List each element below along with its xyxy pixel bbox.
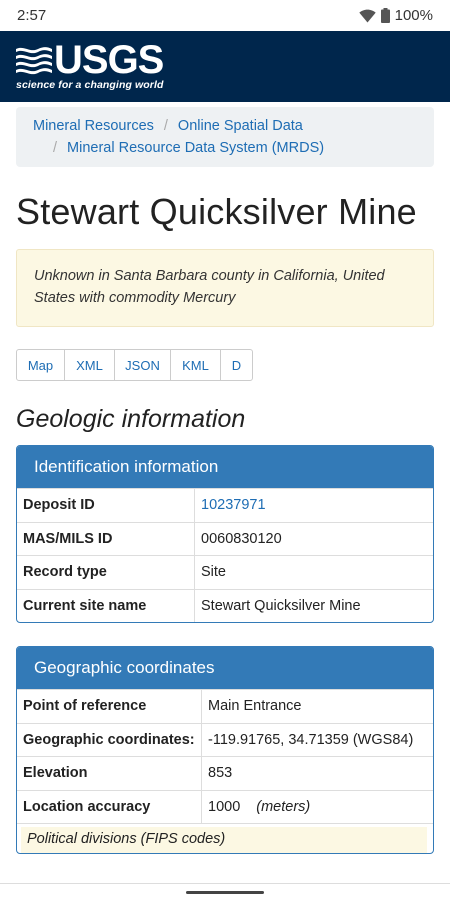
table-row: Geographic coordinates: -119.91765, 34.7… xyxy=(17,722,433,756)
current-site-name-value: Stewart Quicksilver Mine xyxy=(201,597,361,614)
table-row: Deposit ID 10237971 xyxy=(17,488,433,522)
logo-tagline: science for a changing world xyxy=(16,79,164,91)
breadcrumb-mrds[interactable]: Mineral Resource Data System (MRDS) xyxy=(67,137,324,159)
d-button[interactable]: D xyxy=(220,349,253,381)
geologic-information-heading: Geologic information xyxy=(16,405,246,433)
kml-button[interactable]: KML xyxy=(170,349,221,381)
home-gesture-pill[interactable] xyxy=(186,891,264,894)
breadcrumb-online-spatial-data[interactable]: Online Spatial Data xyxy=(178,115,303,137)
xml-button[interactable]: XML xyxy=(64,349,115,381)
elevation-value: 853 xyxy=(208,765,233,782)
status-time: 2:57 xyxy=(17,7,47,24)
geographic-panel: Geographic coordinates Point of referenc… xyxy=(16,646,434,854)
location-accuracy-label: Location accuracy xyxy=(17,790,202,823)
battery-icon xyxy=(380,8,390,23)
record-type-label: Record type xyxy=(17,556,195,589)
geographic-coordinates-value: -119.91765, 34.71359 (WGS84) xyxy=(208,731,414,748)
political-divisions-label: Political divisions (FIPS codes) xyxy=(21,827,427,853)
deposit-id-label: Deposit ID xyxy=(17,489,195,522)
table-row: Elevation 853 xyxy=(17,756,433,790)
geographic-panel-heading: Geographic coordinates xyxy=(17,647,433,689)
usgs-logo[interactable]: USGS science for a changing world xyxy=(16,38,164,91)
geographic-coordinates-label: Geographic coordinates: xyxy=(17,723,202,756)
logo-text: USGS xyxy=(54,38,164,82)
location-accuracy-number: 1000 xyxy=(208,798,241,815)
status-bar: 2:57 100% xyxy=(0,0,450,31)
breadcrumb-separator: / xyxy=(53,140,58,156)
identification-panel-heading: Identification information xyxy=(17,446,433,488)
status-icons: 100% xyxy=(358,7,433,24)
navigation-bar xyxy=(0,883,450,900)
current-site-name-label: Current site name xyxy=(17,589,195,622)
json-button[interactable]: JSON xyxy=(114,349,171,381)
table-row: Record type Site xyxy=(17,555,433,589)
point-of-reference-value: Main Entrance xyxy=(208,698,302,715)
battery-level: 100% xyxy=(394,7,433,24)
usgs-logo-mark xyxy=(16,47,52,75)
wifi-icon xyxy=(358,9,376,23)
location-accuracy-unit: (meters) xyxy=(256,798,311,815)
breadcrumb: Mineral Resources / Online Spatial Data … xyxy=(16,107,434,167)
format-button-group: Map XML JSON KML D xyxy=(16,349,450,381)
table-row: Point of reference Main Entrance xyxy=(17,689,433,723)
political-divisions-heading: Political divisions (FIPS codes) xyxy=(17,823,433,853)
mas-mils-id-label: MAS/MILS ID xyxy=(17,522,195,555)
record-type-value: Site xyxy=(201,564,226,581)
breadcrumb-mineral-resources[interactable]: Mineral Resources xyxy=(33,115,154,137)
map-button[interactable]: Map xyxy=(16,349,65,381)
site-header: USGS science for a changing world xyxy=(0,31,450,102)
elevation-label: Elevation xyxy=(17,757,202,790)
breadcrumb-separator: / xyxy=(163,118,168,134)
table-row: Location accuracy 1000 (meters) xyxy=(17,789,433,823)
mas-mils-id-value: 0060830120 xyxy=(201,530,282,547)
identification-panel: Identification information Deposit ID 10… xyxy=(16,445,434,623)
point-of-reference-label: Point of reference xyxy=(17,690,202,723)
site-summary: Unknown in Santa Barbara county in Calif… xyxy=(16,249,434,327)
deposit-id-link[interactable]: 10237971 xyxy=(195,497,266,513)
table-row: Current site name Stewart Quicksilver Mi… xyxy=(17,588,433,622)
location-accuracy-value: 1000 (meters) xyxy=(202,799,310,815)
page-title: Stewart Quicksilver Mine xyxy=(16,191,417,232)
table-row: MAS/MILS ID 0060830120 xyxy=(17,521,433,555)
